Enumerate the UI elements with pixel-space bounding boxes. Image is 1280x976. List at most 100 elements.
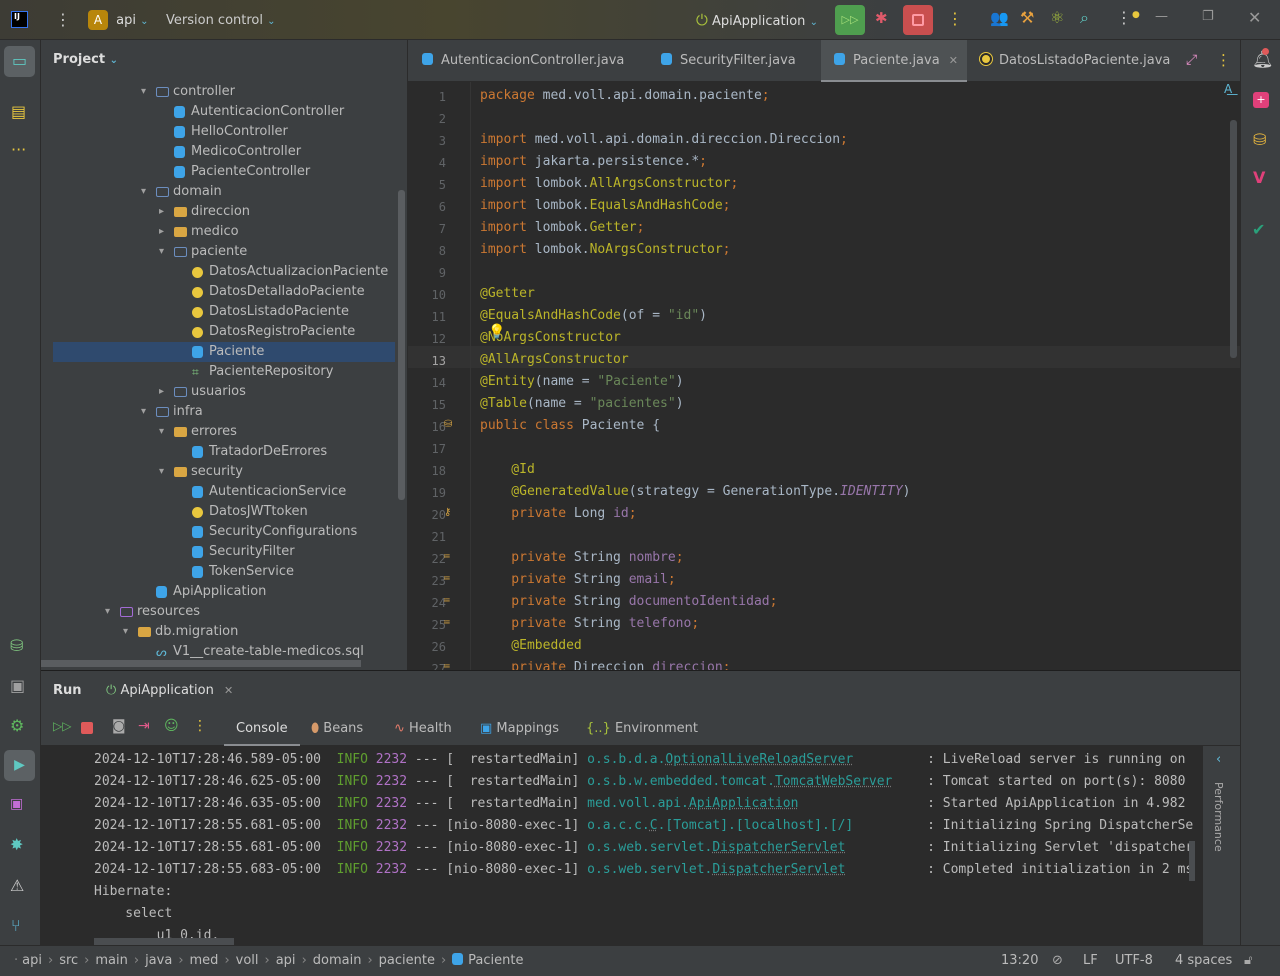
gutter-icon[interactable]: ≔ <box>444 661 450 670</box>
tree-item[interactable]: HelloController <box>41 122 383 142</box>
stop-icon[interactable] <box>81 722 93 734</box>
tree-item[interactable]: TokenService <box>41 562 383 582</box>
tree-item[interactable]: ApiApplication <box>41 582 383 602</box>
close-tab-icon[interactable]: ✕ <box>949 54 958 67</box>
tree-item[interactable]: ᔕ V1__create-table-medicos.sql <box>41 642 383 662</box>
logger-class-link[interactable]: TomcatWebServer <box>775 774 892 789</box>
gutter-icon[interactable]: ≔ <box>444 617 450 628</box>
structure-tool-icon[interactable]: ▤ <box>11 102 26 121</box>
intellij-logo-icon[interactable]: IJ <box>11 11 28 28</box>
react-plugin-icon[interactable]: ⚛ <box>1050 8 1064 27</box>
database-icon[interactable]: ⛁ <box>1253 130 1266 149</box>
tree-item[interactable]: ▾ resources <box>41 602 383 622</box>
code-with-me-icon[interactable]: 👥 <box>990 9 1009 27</box>
tree-item[interactable]: ▾ paciente <box>41 242 383 262</box>
chevron-down-icon[interactable]: ▾ <box>123 622 128 642</box>
rerun-button[interactable]: ▷▷ <box>835 5 865 35</box>
lock-icon[interactable]: 🔓︎ <box>1244 946 1252 976</box>
log-logger[interactable]: o.s.web.servlet.DispatcherServlet <box>587 859 927 881</box>
stop-button[interactable] <box>903 5 933 35</box>
editor-scrollbar[interactable] <box>1230 120 1237 358</box>
debug-icon[interactable]: ✱ <box>875 9 888 27</box>
build-tools-icon[interactable]: ⚒ <box>1020 8 1034 27</box>
run-config-tab[interactable]: ⏻ ApiApplication ✕ <box>106 683 233 698</box>
close-window-button[interactable]: ✕ <box>1248 8 1261 27</box>
chevron-down-icon[interactable]: ▾ <box>159 422 164 442</box>
logger-class-link[interactable]: C <box>650 818 658 833</box>
caret-position[interactable]: 13:20 <box>1001 946 1038 976</box>
log-logger[interactable]: o.s.web.servlet.DispatcherServlet <box>587 837 927 859</box>
breadcrumb-item[interactable]: main <box>95 953 127 968</box>
tree-item[interactable]: DatosRegistroPaciente <box>41 322 383 342</box>
check-plugin-icon[interactable]: ✔ <box>1252 220 1265 239</box>
line-separator[interactable]: LF <box>1083 946 1098 976</box>
git-tool-icon[interactable]: ⑂ <box>11 916 21 935</box>
performance-side-panel[interactable]: ‹ Performance <box>1203 746 1240 946</box>
tree-item[interactable]: DatosDetalladoPaciente <box>41 282 383 302</box>
tree-item[interactable]: ▾ errores <box>41 422 383 442</box>
tree-item[interactable]: MedicoController <box>41 142 383 162</box>
chevron-right-icon[interactable]: ▸ <box>159 202 164 222</box>
tree-horizontal-scrollbar[interactable] <box>41 660 361 667</box>
tree-item[interactable]: TratadorDeErrores <box>41 442 383 462</box>
project-selector[interactable]: A api ⌄ <box>88 10 149 31</box>
problems-tool-icon[interactable]: ⚠ <box>10 876 24 895</box>
file-encoding[interactable]: UTF-8 <box>1115 946 1153 976</box>
chevron-right-icon[interactable]: ▸ <box>159 222 164 242</box>
tab-options-icon[interactable]: ⋮ <box>1216 51 1231 69</box>
tree-item[interactable]: ▸ direccion <box>41 202 383 222</box>
gutter-icon[interactable]: ≔ <box>444 595 450 606</box>
tree-item[interactable]: ⌗ PacienteRepository <box>41 362 383 382</box>
logger-class-link[interactable]: ApiApplication <box>689 796 799 811</box>
chevron-down-icon[interactable]: ▾ <box>141 82 146 102</box>
close-tab-icon[interactable]: ✕ <box>224 684 233 697</box>
breadcrumb-item[interactable]: java <box>145 953 172 968</box>
terminal-tool-icon[interactable]: ▣ <box>10 796 23 812</box>
reader-mode-icon[interactable]: A͟ <box>1224 82 1232 96</box>
tree-item[interactable]: ▾ domain <box>41 182 383 202</box>
search-icon[interactable]: ⌕ <box>1080 8 1089 28</box>
chevron-down-icon[interactable]: ▾ <box>105 602 110 622</box>
more-tools-icon[interactable]: ··· <box>11 140 26 159</box>
tab-environment[interactable]: {..} Environment <box>586 711 698 746</box>
tree-item[interactable]: DatosJWTtoken <box>41 502 383 522</box>
tab-health[interactable]: ∿ Health <box>394 711 452 746</box>
maven-v-icon[interactable]: V <box>1253 168 1265 187</box>
tab-paciente[interactable]: Paciente.java ✕ <box>821 40 967 82</box>
tree-item[interactable]: PacienteController <box>41 162 383 182</box>
breadcrumb-item[interactable]: med <box>190 953 219 968</box>
tree-item[interactable]: ▾ db.migration <box>41 622 383 642</box>
tab-console[interactable]: Console <box>224 711 300 746</box>
bulb-intention-icon[interactable]: 💡 <box>488 324 505 340</box>
logger-class-link[interactable]: DispatcherServlet <box>712 862 845 877</box>
chevron-down-icon[interactable]: ▾ <box>159 242 164 262</box>
tree-item[interactable]: ▾ security <box>41 462 383 482</box>
tree-item[interactable]: DatosActualizacionPaciente <box>41 262 388 282</box>
minimize-button[interactable]: — <box>1155 9 1168 24</box>
tree-item[interactable]: SecurityConfigurations <box>41 522 383 542</box>
tree-item[interactable]: Paciente <box>53 342 395 362</box>
screenshot-icon[interactable]: ◙ <box>112 718 126 734</box>
log-logger[interactable]: o.a.c.c.C.[Tomcat].[localhost].[/] <box>587 815 927 837</box>
console-hscrollbar[interactable] <box>94 938 234 945</box>
tab-datos-listado-paciente[interactable]: DatosListadoPaciente.java <box>980 40 1170 82</box>
tab-mappings[interactable]: ▣ Mappings <box>480 711 559 746</box>
indent-setting[interactable]: 4 spaces <box>1175 946 1232 976</box>
exit-icon[interactable]: ⇥ <box>138 718 150 734</box>
services-tool-icon[interactable]: ▣ <box>10 676 25 695</box>
gutter-icon[interactable]: ≔ <box>444 573 450 584</box>
main-menu-icon[interactable]: ⋮ <box>55 10 71 30</box>
tab-security-filter[interactable]: SecurityFilter.java <box>661 40 796 82</box>
services-bulb-icon[interactable]: ✸ <box>10 835 23 854</box>
code-view[interactable]: 1 package med.voll.api.domain.paciente; 2 3… <box>408 82 1228 670</box>
log-logger[interactable]: o.s.b.w.embedded.tomcat.TomcatWebServer <box>587 771 927 793</box>
maximize-editor-icon[interactable]: ⤢ <box>1186 52 1197 68</box>
database-tool-icon[interactable]: ⛁ <box>10 636 23 655</box>
tree-item[interactable]: AutenticacionService <box>41 482 383 502</box>
tree-item[interactable]: AutenticacionController <box>41 102 383 122</box>
tree-item[interactable]: ▾ controller <box>41 82 383 102</box>
breadcrumb-item[interactable]: api <box>22 953 42 968</box>
run-tool-icon[interactable]: ▶ <box>4 750 35 781</box>
breadcrumb-item[interactable]: domain <box>313 953 362 968</box>
project-tool-icon[interactable]: ▭ <box>4 46 35 77</box>
